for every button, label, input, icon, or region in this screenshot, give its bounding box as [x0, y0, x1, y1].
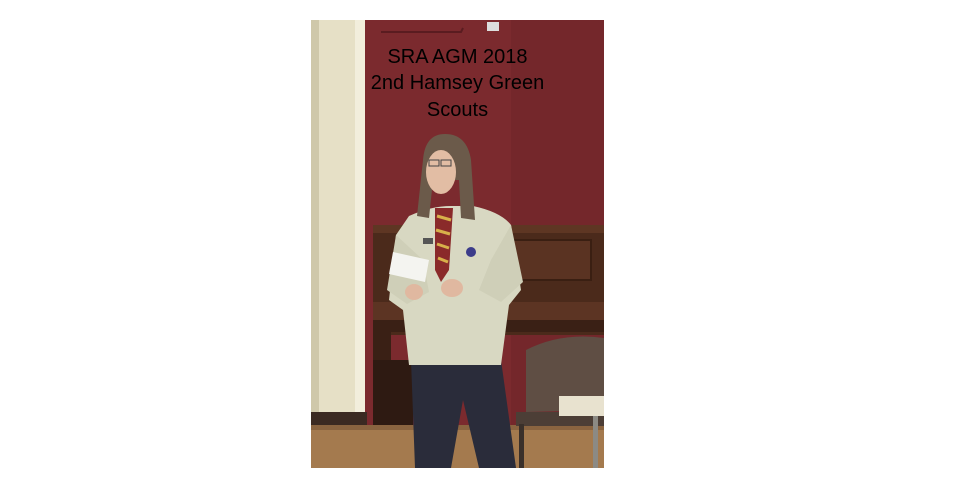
table-corner: [559, 396, 604, 416]
caption-line-3: Scouts: [426, 99, 489, 121]
wall-outlet: [487, 22, 499, 31]
event-photo: SRA AGM 2018 2nd Hamsey Green Scouts: [311, 20, 604, 468]
wooden-floor: [311, 425, 604, 468]
caption-line-1: SRA AGM 2018: [387, 46, 528, 68]
caption-line-2: 2nd Hamsey Green: [370, 72, 545, 94]
